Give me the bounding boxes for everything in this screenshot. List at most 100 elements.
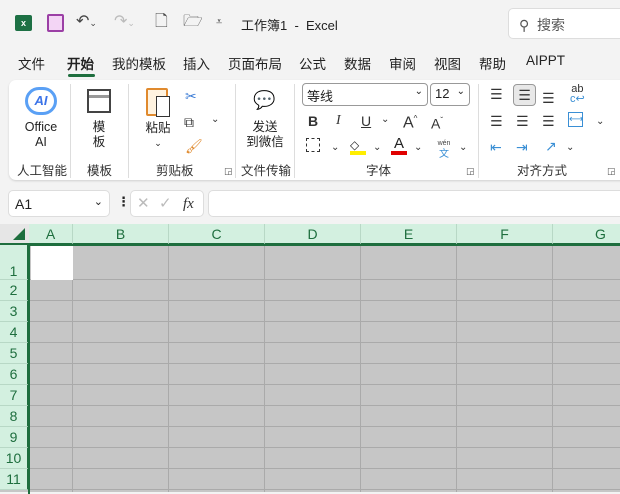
column-header-a[interactable]: A: [29, 224, 73, 245]
orientation-dropdown-icon[interactable]: ⌄: [566, 140, 574, 156]
formula-buttons: ✕ ✓ fx: [130, 190, 204, 217]
font-color-dropdown-icon[interactable]: ⌄: [414, 140, 422, 156]
cancel-icon[interactable]: ✕: [137, 196, 150, 212]
wrap-text-icon[interactable]: ab c↩: [570, 84, 585, 105]
paint-bucket-icon: ◇: [350, 138, 360, 152]
copy-dropdown-icon[interactable]: ⌄: [211, 112, 219, 128]
row-header-6[interactable]: 6: [0, 364, 29, 385]
open-folder-icon[interactable]: 🗁: [183, 12, 203, 32]
dialog-launcher-icon[interactable]: ◲: [607, 166, 616, 177]
orientation-icon[interactable]: ↗: [545, 138, 557, 154]
column-header-g[interactable]: G: [553, 224, 620, 245]
fill-color-swatch: [350, 151, 366, 155]
fill-color-button[interactable]: ◇: [350, 137, 366, 155]
column-header-d[interactable]: D: [265, 224, 361, 245]
excel-icon: x: [15, 15, 32, 31]
decrease-font-size-button[interactable]: Aˇ: [431, 113, 443, 132]
group-label-font: 字体: [366, 164, 392, 178]
row-header-5[interactable]: 5: [0, 343, 29, 364]
dialog-launcher-icon[interactable]: ◲: [466, 166, 475, 177]
active-tab-indicator: [68, 74, 95, 77]
group-label-ai: 人工智能: [17, 164, 68, 178]
tab-page-layout[interactable]: 页面布局: [228, 53, 282, 73]
font-name-select[interactable]: 等线 ⌄: [302, 83, 428, 106]
formula-input[interactable]: [208, 190, 620, 217]
phonetic-dropdown-icon[interactable]: ⌄: [459, 140, 467, 156]
paste-label: 粘贴: [145, 121, 171, 135]
window-title: 工作簿1 - Excel: [241, 18, 338, 33]
tab-data[interactable]: 数据: [344, 53, 371, 73]
row-header-4[interactable]: 4: [0, 322, 29, 343]
font-size-select[interactable]: 12 ⌄: [430, 83, 470, 106]
group-label-template: 模板: [87, 164, 113, 178]
selection-border: [28, 244, 620, 494]
send-to-wechat-label: 发送 到微信: [246, 120, 284, 149]
column-header-b[interactable]: B: [73, 224, 169, 245]
office-ai-label: Office AI: [24, 120, 58, 149]
more-options-icon[interactable]: ⋮: [117, 194, 130, 210]
tab-review[interactable]: 审阅: [389, 53, 416, 73]
name-box[interactable]: A1 ⌄: [8, 190, 110, 217]
borders-dropdown-icon[interactable]: ⌄: [331, 140, 339, 156]
underline-dropdown-icon[interactable]: ⌄: [381, 112, 389, 128]
align-left-icon[interactable]: ☰: [490, 113, 503, 129]
column-header-f[interactable]: F: [457, 224, 553, 245]
row-header-1[interactable]: 1: [0, 245, 29, 280]
format-painter-icon[interactable]: 🖌: [185, 138, 203, 154]
dialog-launcher-icon[interactable]: ◲: [224, 166, 233, 177]
tab-help[interactable]: 帮助: [479, 53, 506, 73]
increase-indent-icon[interactable]: ⇥: [516, 139, 528, 155]
tab-file[interactable]: 文件: [18, 53, 45, 73]
row-header-7[interactable]: 7: [0, 385, 29, 406]
enter-icon[interactable]: ✓: [159, 196, 172, 212]
borders-icon[interactable]: [306, 138, 320, 152]
fill-color-dropdown-icon[interactable]: ⌄: [373, 140, 381, 156]
divider: [478, 84, 479, 178]
row-header-3[interactable]: 3: [0, 301, 29, 322]
template-button[interactable]: 模板: [80, 84, 118, 154]
copy-icon[interactable]: ⧉: [184, 114, 194, 130]
tab-view[interactable]: 视图: [434, 53, 461, 73]
tab-aippt[interactable]: AIPPT: [526, 53, 565, 68]
align-center-icon[interactable]: ☰: [516, 113, 529, 129]
select-all-button[interactable]: [0, 224, 29, 245]
new-file-icon[interactable]: 🗋: [155, 12, 168, 32]
group-label-clipboard: 剪贴板: [156, 164, 194, 178]
merge-center-icon[interactable]: ⟷: [568, 112, 583, 127]
office-ai-button[interactable]: AI Office AI: [18, 84, 64, 154]
font-color-button[interactable]: A: [391, 135, 407, 155]
tab-my-templates[interactable]: 我的模板: [112, 53, 166, 73]
italic-button[interactable]: I: [336, 113, 341, 129]
font-color-swatch: [391, 151, 407, 155]
paste-button[interactable]: 粘贴 ⌄: [140, 86, 176, 152]
row-header-11[interactable]: 11: [0, 469, 29, 490]
chevron-down-icon: ⌄: [154, 138, 162, 148]
underline-button[interactable]: U: [361, 113, 371, 129]
insert-function-button[interactable]: fx: [183, 196, 194, 212]
tab-home[interactable]: 开始: [67, 53, 94, 73]
merge-dropdown-icon[interactable]: ⌄: [596, 114, 604, 130]
tab-formulas[interactable]: 公式: [299, 53, 326, 73]
bold-button[interactable]: B: [308, 113, 318, 129]
column-header-e[interactable]: E: [361, 224, 457, 245]
increase-font-size-button[interactable]: A^: [403, 111, 417, 131]
redo-icon[interactable]: ↷⌄: [114, 12, 135, 33]
row-header-10[interactable]: 10: [0, 448, 29, 469]
row-header-8[interactable]: 8: [0, 406, 29, 427]
align-middle-icon[interactable]: ☰: [513, 84, 536, 106]
align-top-icon[interactable]: ☰: [490, 86, 503, 102]
align-bottom-icon[interactable]: ☰: [542, 90, 555, 106]
column-header-c[interactable]: C: [169, 224, 265, 245]
save-icon[interactable]: [47, 14, 64, 32]
cut-icon[interactable]: ✂: [185, 88, 197, 104]
search-box[interactable]: ⚲ 搜索: [508, 8, 620, 39]
row-header-2[interactable]: 2: [0, 280, 29, 301]
phonetic-guide-button[interactable]: wén 文: [435, 136, 453, 160]
decrease-indent-icon[interactable]: ⇤: [490, 139, 502, 155]
tab-insert[interactable]: 插入: [183, 53, 210, 73]
customize-qat-icon[interactable]: ⩡: [216, 12, 222, 32]
align-right-icon[interactable]: ☰: [542, 113, 555, 129]
undo-icon[interactable]: ↶⌄: [76, 12, 97, 33]
row-header-9[interactable]: 9: [0, 427, 29, 448]
send-to-wechat-button[interactable]: 💬 发送 到微信: [243, 86, 287, 152]
